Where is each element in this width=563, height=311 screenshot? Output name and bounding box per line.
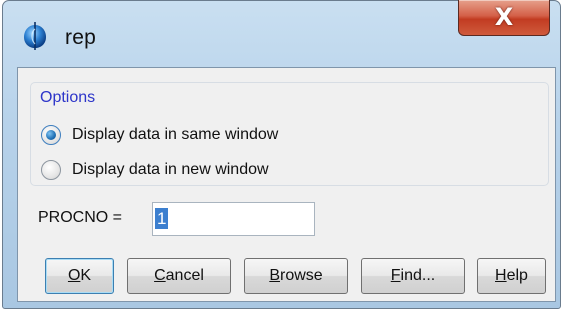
- radio-new-window-button[interactable]: [41, 160, 61, 180]
- app-logo-icon: [24, 22, 46, 50]
- options-group: Options Display data in same window Disp…: [30, 82, 549, 186]
- browse-button[interactable]: Browse: [244, 258, 348, 294]
- procno-label: PROCNO =: [38, 209, 123, 226]
- radio-same-window-label: Display data in same window: [72, 126, 279, 143]
- radio-same-window[interactable]: Display data in same window: [41, 122, 278, 148]
- procno-value: 1: [155, 208, 169, 229]
- ok-button[interactable]: OK: [45, 258, 114, 294]
- cancel-button[interactable]: Cancel: [127, 258, 231, 294]
- find-button[interactable]: Find...: [361, 258, 465, 294]
- window-title: rep: [65, 26, 96, 49]
- close-icon: X: [494, 3, 514, 31]
- options-group-title: Options: [40, 89, 96, 106]
- radio-new-window-label: Display data in new window: [72, 161, 269, 178]
- radio-same-window-button[interactable]: [41, 125, 61, 145]
- close-button[interactable]: X: [458, 0, 550, 36]
- help-button[interactable]: Help: [477, 258, 546, 294]
- dialog-window: rep X Options Display data in same windo…: [2, 0, 561, 309]
- radio-new-window[interactable]: Display data in new window: [41, 157, 269, 183]
- procno-input[interactable]: 1: [152, 202, 315, 236]
- dialog-content: Options Display data in same window Disp…: [17, 67, 556, 302]
